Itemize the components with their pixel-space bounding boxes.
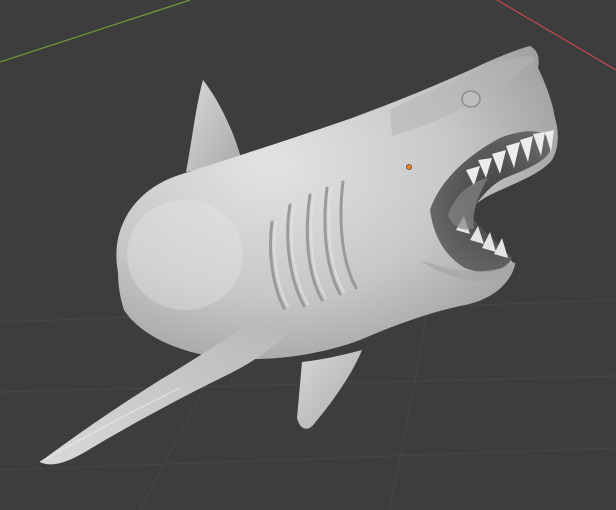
shark-eye	[461, 90, 481, 108]
origin-dot-icon	[406, 164, 412, 170]
belly-highlight	[127, 200, 243, 310]
3d-viewport[interactable]	[0, 0, 616, 510]
viewport-scene[interactable]	[0, 0, 616, 510]
